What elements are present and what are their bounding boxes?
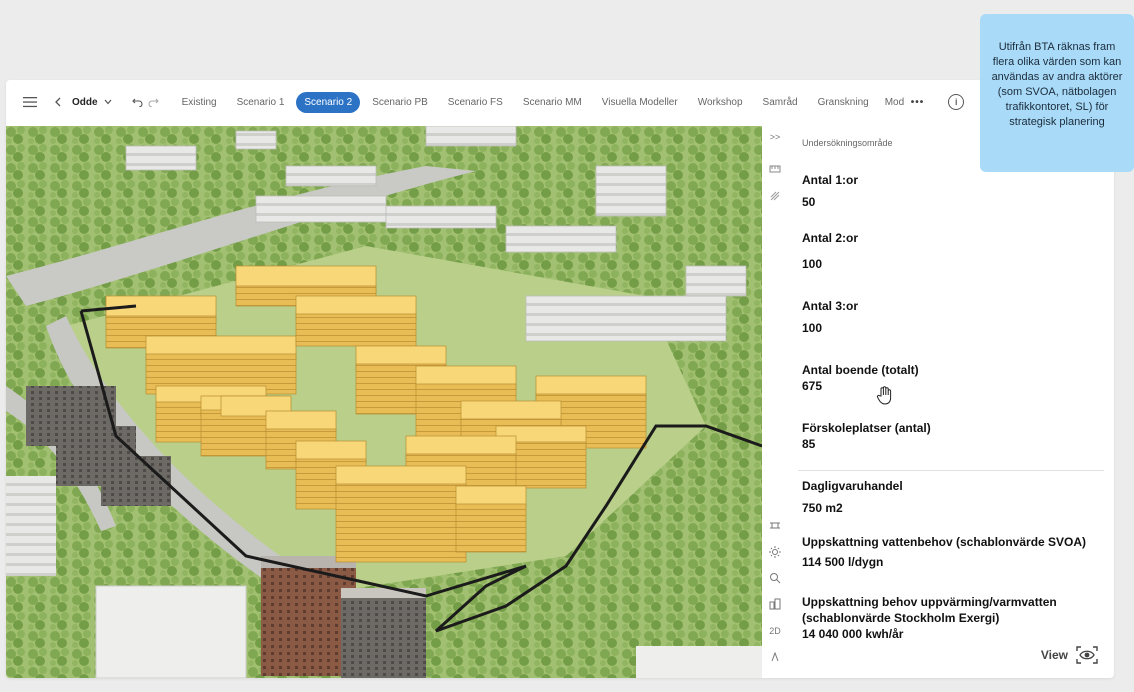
tab-granskning[interactable]: Granskning bbox=[810, 92, 877, 113]
metric-value: 114 500 l/dygn bbox=[802, 555, 884, 569]
callout-text: Utifrån BTA räknas fram flera olika värd… bbox=[991, 41, 1123, 128]
tab-scenario-mm[interactable]: Scenario MM bbox=[515, 92, 590, 113]
metric-label: Förskoleplatser (antal) bbox=[802, 421, 931, 435]
view-button[interactable]: View bbox=[1041, 646, 1098, 664]
metric-value: 50 bbox=[802, 195, 816, 209]
tab-scenario-2[interactable]: Scenario 2 bbox=[296, 91, 361, 113]
3d-map-view[interactable] bbox=[6, 126, 762, 678]
tab-scenario-1[interactable]: Scenario 1 bbox=[229, 92, 293, 113]
metric-antal-2or: Antal 2:or 100 bbox=[802, 230, 1102, 272]
tab-existing[interactable]: Existing bbox=[174, 92, 225, 113]
app-window: Odde Existing Scenario 1 Scenario 2 Scen… bbox=[6, 80, 1114, 678]
metric-label: Antal 3:or bbox=[802, 299, 859, 313]
view-label: View bbox=[1040, 648, 1068, 662]
scenario-tabs: Existing Scenario 1 Scenario 2 Scenario … bbox=[174, 91, 907, 113]
metric-forskoleplatser: Förskoleplatser (antal) 85 bbox=[802, 420, 1102, 452]
tab-scenario-fs[interactable]: Scenario FS bbox=[440, 92, 511, 113]
hand-cursor-icon bbox=[876, 386, 892, 405]
metric-label: Dagligvaruhandel bbox=[802, 479, 903, 493]
metric-value: 85 bbox=[802, 437, 816, 451]
metric-vattenbehov: Uppskattning vattenbehov (schablonvärde … bbox=[802, 534, 1102, 570]
metric-value: 100 bbox=[802, 321, 823, 335]
stats-panel: Undersökningsområde Antal 1:or 50 Antal … bbox=[796, 126, 1104, 678]
view-eye-icon bbox=[1076, 646, 1098, 664]
undo-icon[interactable] bbox=[132, 97, 144, 107]
top-toolbar: Odde Existing Scenario 1 Scenario 2 Scen… bbox=[6, 80, 1114, 124]
north-arrow-icon[interactable] bbox=[762, 651, 788, 664]
tab-truncated[interactable]: Mod bbox=[881, 92, 907, 113]
tab-workshop[interactable]: Workshop bbox=[690, 92, 751, 113]
tab-samrad[interactable]: Samråd bbox=[755, 92, 806, 113]
metric-value: 750 m2 bbox=[802, 501, 843, 515]
metric-dagligvaruhandel: Dagligvaruhandel 750 m2 bbox=[802, 478, 1102, 516]
toggle-2d-button[interactable]: 2D bbox=[762, 626, 788, 636]
buildings-icon[interactable] bbox=[762, 598, 788, 612]
collapse-panel-icon[interactable]: >> bbox=[762, 132, 788, 142]
metric-label: Antal 2:or bbox=[802, 231, 859, 245]
chevron-down-icon bbox=[104, 99, 112, 105]
project-name: Odde bbox=[72, 96, 98, 108]
project-selector[interactable]: Odde bbox=[72, 97, 112, 108]
metric-label: Antal 1:or bbox=[802, 173, 859, 187]
info-callout: Utifrån BTA räknas fram flera olika värd… bbox=[980, 14, 1134, 172]
tab-scenario-pb[interactable]: Scenario PB bbox=[364, 92, 436, 113]
sun-icon[interactable] bbox=[762, 546, 788, 560]
map-scene bbox=[6, 126, 762, 678]
tool-rail: >> 2D bbox=[762, 126, 788, 678]
elevation-icon[interactable] bbox=[762, 520, 788, 532]
panel-title: Undersökningsområde bbox=[802, 138, 893, 148]
chevron-left-icon[interactable] bbox=[52, 97, 64, 107]
metric-value: 100 bbox=[802, 257, 823, 271]
tab-visuella-modeller[interactable]: Visuella Modeller bbox=[594, 92, 686, 113]
search-area-icon[interactable] bbox=[762, 572, 788, 586]
divider bbox=[798, 470, 1104, 471]
hamburger-menu-icon[interactable] bbox=[22, 96, 38, 108]
metric-value: 14 040 000 kwh/år bbox=[802, 627, 904, 641]
more-tabs-button[interactable]: ••• bbox=[911, 97, 925, 108]
analysis-icon[interactable] bbox=[762, 190, 788, 204]
metric-value: 675 bbox=[802, 379, 823, 393]
metric-label: Uppskattning behov uppvärming/varmvatten… bbox=[802, 595, 1057, 625]
measure-icon[interactable] bbox=[762, 164, 788, 176]
metric-antal-boende: Antal boende (totalt) 675 bbox=[802, 362, 1102, 394]
metric-label: Antal boende (totalt) bbox=[802, 363, 919, 377]
redo-icon[interactable] bbox=[148, 97, 160, 107]
metric-antal-1or: Antal 1:or 50 bbox=[802, 172, 1102, 210]
info-icon[interactable]: i bbox=[948, 94, 965, 110]
metric-antal-3or: Antal 3:or 100 bbox=[802, 298, 1102, 336]
metric-uppvarmning: Uppskattning behov uppvärming/varmvatten… bbox=[802, 594, 1102, 642]
metric-label: Uppskattning vattenbehov (schablonvärde … bbox=[802, 535, 1087, 549]
